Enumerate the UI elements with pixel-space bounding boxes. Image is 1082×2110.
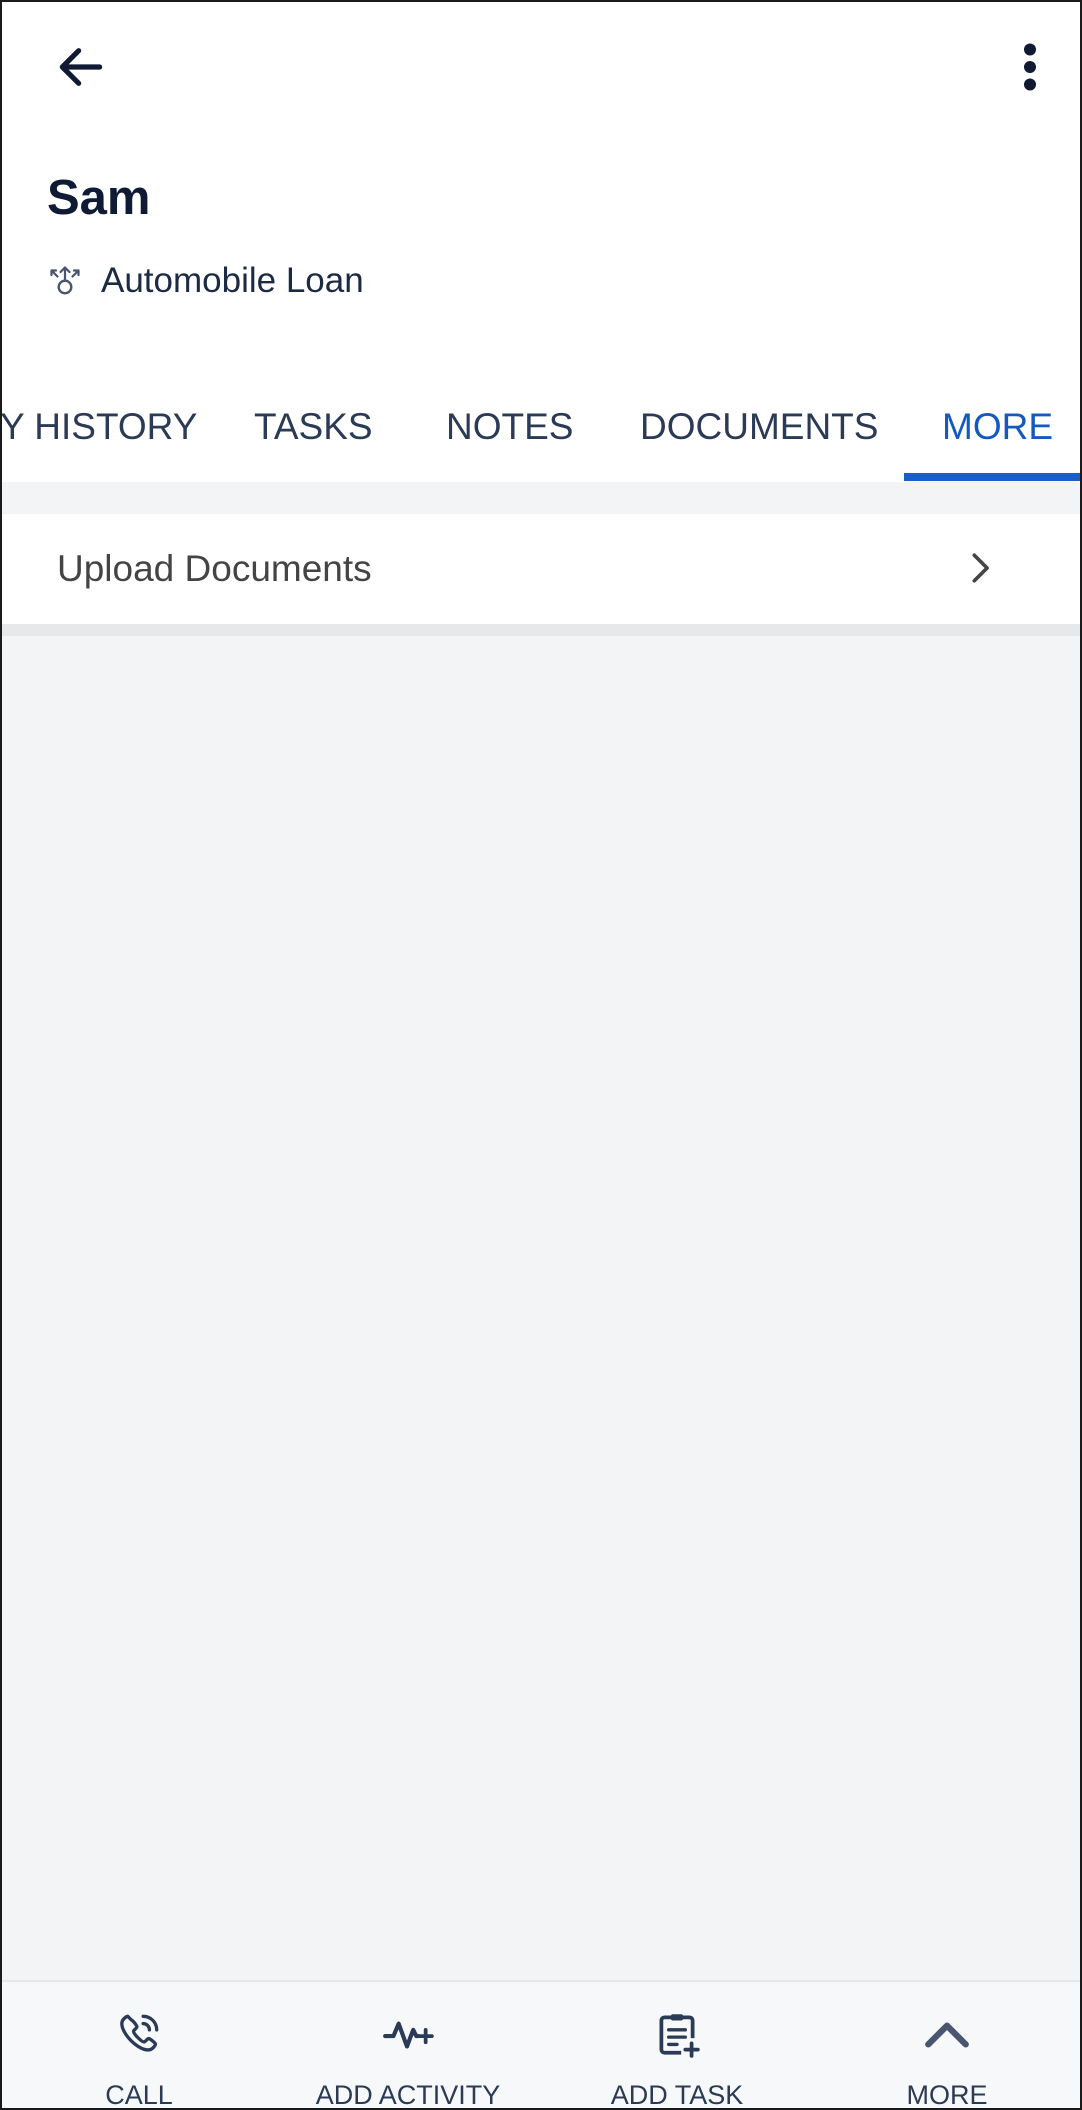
tab-bar: Y HISTORY TASKS NOTES DOCUMENTS MORE xyxy=(2,372,1080,482)
tab-tasks[interactable]: TASKS xyxy=(254,372,373,482)
chevron-right-icon xyxy=(960,548,1000,588)
chevron-up-icon xyxy=(919,2006,975,2062)
call-label: CALL xyxy=(105,2080,173,2110)
upload-documents-label: Upload Documents xyxy=(57,548,372,589)
add-activity-label: ADD ACTIVITY xyxy=(315,2080,501,2110)
arrow-left-icon xyxy=(59,48,103,86)
more-actions-label: MORE xyxy=(906,2080,988,2110)
add-activity-button[interactable]: ADD ACTIVITY xyxy=(298,1982,518,2110)
bottom-action-bar: CALL ADD ACTIVITY ADD TASK MORE xyxy=(2,1980,1080,2110)
add-task-label: ADD TASK xyxy=(610,2080,744,2110)
content-spacer xyxy=(2,482,1080,514)
opportunity-label: Automobile Loan xyxy=(101,261,364,300)
upload-documents-item[interactable]: Upload Documents xyxy=(2,514,1080,624)
contact-name: Sam xyxy=(47,171,151,225)
active-tab-indicator xyxy=(904,473,1080,481)
overflow-menu-button[interactable] xyxy=(1000,32,1060,102)
tab-documents[interactable]: DOCUMENTS xyxy=(640,372,878,482)
record-header: Sam Automobile Loan Y HISTORY TASKS NOTE… xyxy=(2,2,1080,482)
tab-notes[interactable]: NOTES xyxy=(446,372,573,482)
lead-transfer-icon xyxy=(45,261,85,301)
opportunity-row: Automobile Loan xyxy=(45,256,364,306)
app-screen: Sam Automobile Loan Y HISTORY TASKS NOTE… xyxy=(0,0,1082,2110)
add-task-button[interactable]: ADD TASK xyxy=(592,1982,762,2110)
clipboard-plus-icon xyxy=(649,2006,705,2062)
activity-plus-icon xyxy=(380,2006,436,2062)
list-divider xyxy=(2,624,1080,636)
phone-icon xyxy=(111,2006,167,2062)
call-button[interactable]: CALL xyxy=(64,1982,214,2110)
more-actions-button[interactable]: MORE xyxy=(872,1982,1022,2110)
tab-activity-history[interactable]: Y HISTORY xyxy=(2,372,197,482)
back-button[interactable] xyxy=(46,32,116,102)
tab-more[interactable]: MORE xyxy=(942,372,1053,482)
more-vertical-icon xyxy=(1024,43,1036,91)
